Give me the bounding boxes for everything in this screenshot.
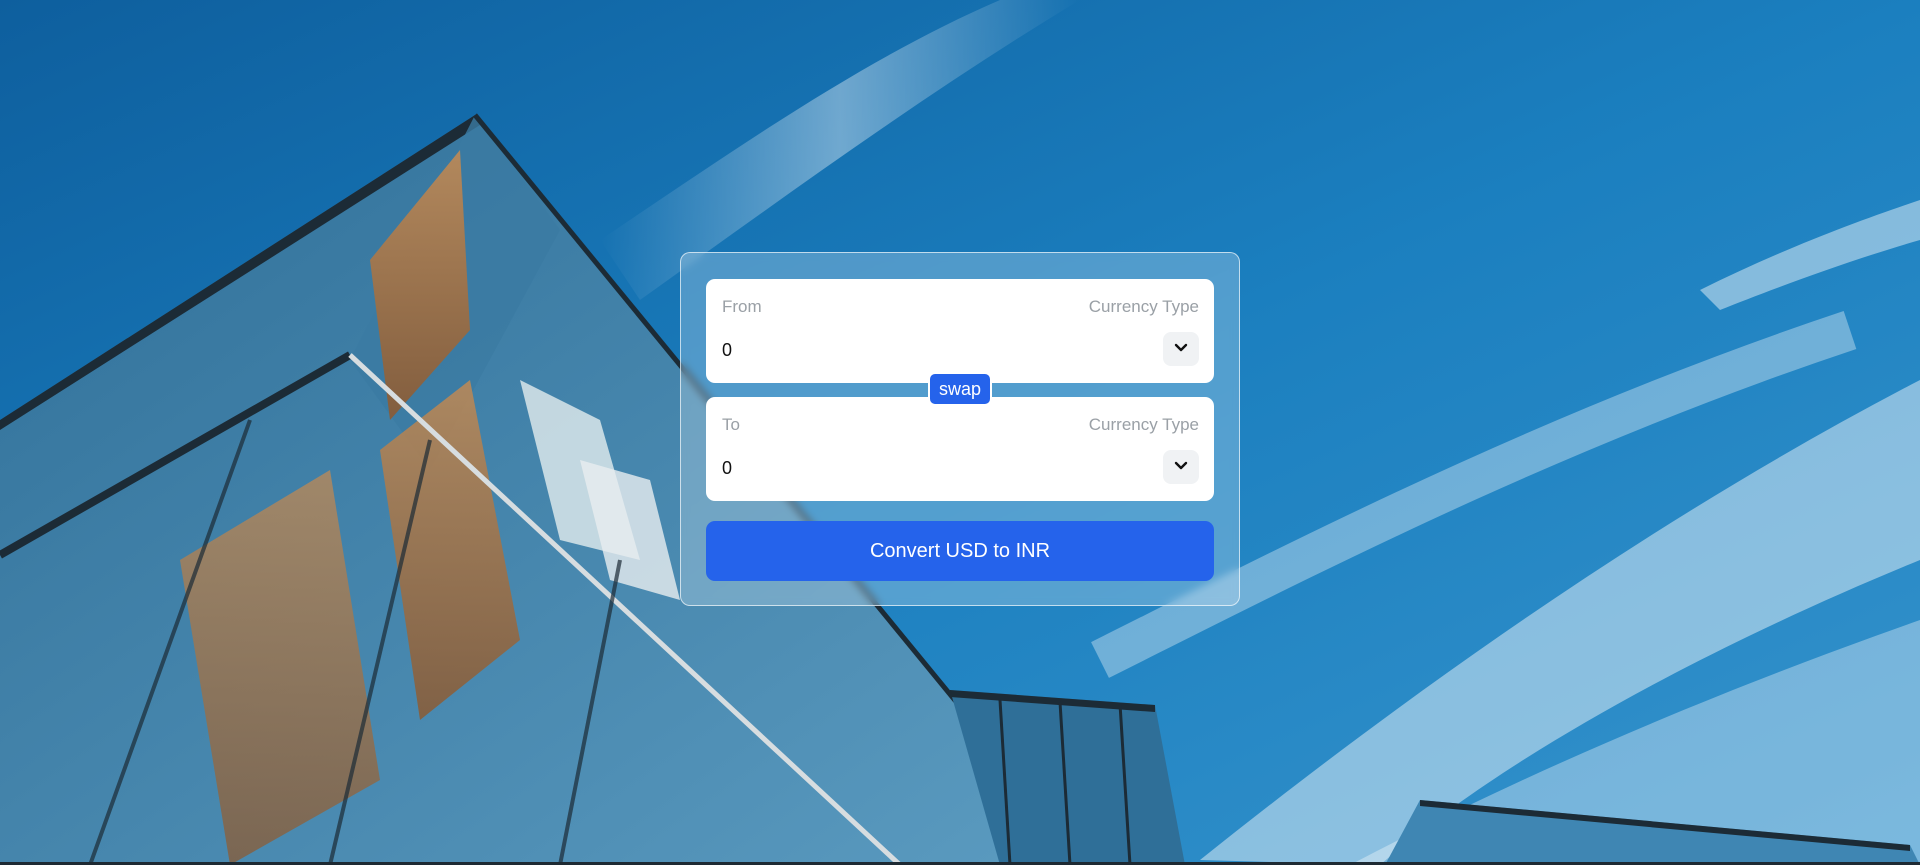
converter-card: From Currency Type To Currency Type swap… xyxy=(680,252,1240,606)
to-currency-type-label: Currency Type xyxy=(1088,415,1199,434)
from-amount-input[interactable] xyxy=(722,337,1102,363)
from-field: From Currency Type xyxy=(706,279,1214,383)
to-field: To Currency Type xyxy=(706,397,1214,501)
convert-button[interactable]: Convert USD to INR xyxy=(706,521,1214,581)
to-currency-select[interactable] xyxy=(1163,450,1199,484)
from-currency-type-label: Currency Type xyxy=(1088,297,1199,316)
swap-button[interactable]: swap xyxy=(928,372,992,406)
chevron-down-icon xyxy=(1174,458,1188,476)
to-amount-input[interactable] xyxy=(722,455,1102,481)
chevron-down-icon xyxy=(1174,340,1188,358)
from-label: From xyxy=(722,297,762,316)
to-label: To xyxy=(722,415,740,434)
from-currency-select[interactable] xyxy=(1163,332,1199,366)
